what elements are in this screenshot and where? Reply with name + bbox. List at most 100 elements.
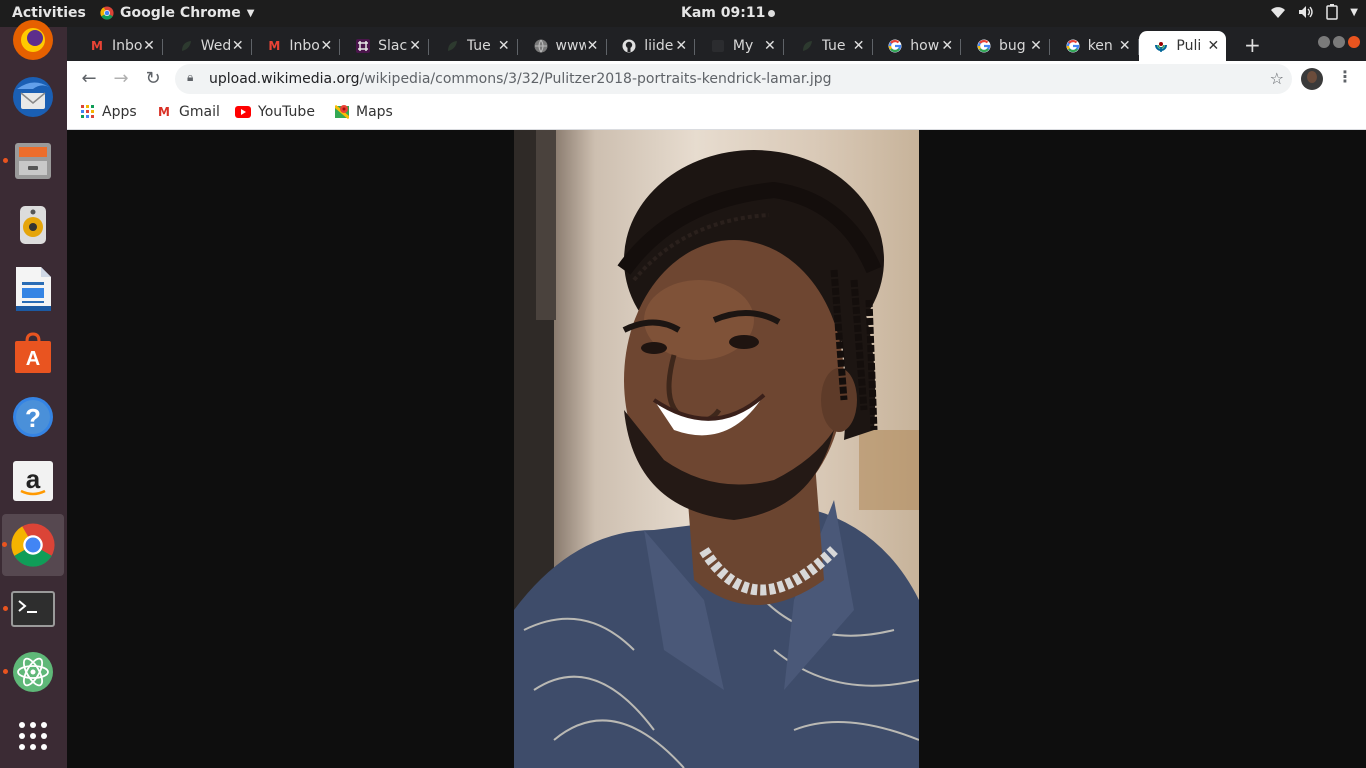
close-tab-icon[interactable]: ✕ (231, 38, 245, 54)
tab-title: Inbox (289, 38, 320, 54)
document-icon (16, 267, 51, 311)
bookmark-label: Apps (102, 104, 137, 120)
dock-files[interactable] (3, 136, 58, 186)
wikimedia-icon (1153, 38, 1169, 54)
dock-help[interactable]: ? (8, 392, 58, 442)
minimize-button[interactable] (1318, 36, 1330, 48)
window-controls (1318, 36, 1360, 48)
files-icon (15, 143, 51, 179)
running-indicator (3, 606, 8, 611)
system-tray[interactable]: ▼ (1270, 4, 1358, 20)
bookmark-maps[interactable]: Maps (335, 104, 393, 120)
clock[interactable]: Kam 09:11 (681, 5, 776, 21)
profile-avatar[interactable] (1301, 68, 1323, 90)
maximize-button[interactable] (1333, 36, 1345, 48)
notification-dot-icon (768, 9, 776, 17)
close-tab-icon[interactable]: ✕ (940, 38, 954, 54)
tab[interactable]: how ✕ (873, 31, 962, 61)
blank-page-icon (710, 38, 726, 54)
help-icon: ? (13, 397, 53, 437)
browser-toolbar: ← → ↻ 🔒︎ upload.wikimedia.org/wikipedia/… (67, 61, 1366, 97)
back-button[interactable]: ← (78, 68, 100, 90)
bookmark-gmail[interactable]: M Gmail (156, 104, 220, 120)
dock-thunderbird[interactable] (8, 72, 58, 122)
dock-firefox[interactable] (8, 15, 58, 65)
leaf-icon (178, 38, 194, 54)
close-tab-icon[interactable]: ✕ (763, 38, 777, 54)
running-indicator (3, 669, 8, 674)
close-tab-icon[interactable]: ✕ (852, 38, 866, 54)
tab-title: liide (644, 38, 674, 54)
tab[interactable]: M Inbox✕ (75, 31, 163, 61)
close-tab-icon[interactable]: ✕ (497, 38, 511, 54)
new-tab-button[interactable]: + (1244, 33, 1261, 57)
gmail-icon: M (91, 39, 103, 53)
close-tab-icon[interactable]: ✕ (1118, 38, 1132, 54)
maps-icon (335, 104, 349, 120)
show-applications-button[interactable] (8, 711, 58, 761)
shopping-bag-icon: A (15, 332, 51, 373)
tab[interactable]: Wed ✕ (164, 31, 252, 61)
tab-strip: MInbox✕Wed✕MInbox✕Slack✕Tue✕www✕liide✕My… (67, 27, 1366, 61)
close-tab-icon[interactable]: ✕ (142, 38, 156, 54)
close-window-button[interactable] (1348, 36, 1360, 48)
tab[interactable]: www ✕ (519, 31, 607, 61)
tab[interactable]: M Inbox✕ (252, 31, 341, 61)
volume-icon (1299, 6, 1313, 18)
dock-rhythmbox[interactable] (8, 200, 58, 250)
chrome-icon (11, 523, 55, 567)
svg-text:a: a (26, 464, 41, 494)
tab-title: Puli (1176, 38, 1202, 54)
dock-chrome[interactable] (2, 514, 64, 576)
close-tab-icon[interactable]: ✕ (1029, 38, 1043, 54)
tab-title: Tue (466, 38, 491, 54)
bookmark-label: YouTube (258, 104, 315, 120)
tab[interactable]: Slack✕ (341, 31, 430, 61)
dock-writer[interactable] (8, 264, 58, 314)
close-tab-icon[interactable]: ✕ (586, 38, 600, 54)
running-indicator (3, 158, 8, 163)
close-tab-icon[interactable]: ✕ (408, 38, 422, 54)
chrome-icon (100, 6, 114, 20)
youtube-icon (235, 106, 251, 118)
dock-amazon[interactable]: a (8, 456, 58, 506)
bookmark-youtube[interactable]: YouTube (235, 104, 315, 120)
tab-title: My (732, 38, 754, 54)
tab[interactable]: Puli ✕ (1139, 31, 1227, 61)
tab[interactable]: Tue ✕ (430, 31, 518, 61)
dock-terminal[interactable] (3, 584, 58, 634)
bookmark-label: Maps (356, 104, 393, 120)
address-bar[interactable]: 🔒︎ upload.wikimedia.org/wikipedia/common… (175, 64, 1292, 94)
tab[interactable]: ken ✕ (1051, 31, 1139, 61)
url-text: upload.wikimedia.org/wikipedia/commons/3… (209, 71, 832, 87)
clock-label: Kam 09:11 (681, 5, 766, 21)
image-viewer (67, 130, 1366, 768)
wifi-icon (1271, 7, 1286, 18)
bookmark-star-icon[interactable]: ☆ (1270, 69, 1284, 88)
tab[interactable]: Tue ✕ (785, 31, 873, 61)
bookmark-apps[interactable]: Apps (81, 104, 137, 120)
dock: A ? a (0, 20, 67, 768)
tab[interactable]: My ✕ (696, 31, 784, 61)
dock-ubuntu-software[interactable]: A (8, 328, 58, 378)
bookmarks-bar: Apps M Gmail YouTube Maps (67, 97, 1366, 130)
google-icon (1065, 38, 1081, 54)
close-tab-icon[interactable]: ✕ (319, 38, 333, 54)
firefox-icon (13, 20, 53, 60)
apps-grid-icon (19, 722, 47, 750)
close-tab-icon[interactable]: ✕ (1206, 38, 1220, 54)
amazon-icon: a (13, 461, 53, 501)
url-path: /wikipedia/commons/3/32/Pulitzer2018-por… (359, 71, 832, 87)
portrait-image[interactable] (514, 130, 919, 768)
tab[interactable]: liide ✕ (607, 31, 696, 61)
reload-button[interactable]: ↻ (142, 68, 164, 90)
tab[interactable]: bug ✕ (962, 31, 1050, 61)
forward-button[interactable]: → (110, 68, 132, 90)
gmail-icon: M (268, 39, 281, 53)
slack-icon (355, 38, 371, 54)
dock-atom[interactable] (3, 647, 58, 697)
close-tab-icon[interactable]: ✕ (674, 38, 688, 54)
kebab-menu-icon[interactable]: ⋮ (1337, 67, 1353, 86)
running-indicator (2, 542, 7, 547)
app-menu[interactable]: Google Chrome ▼ (100, 5, 254, 21)
